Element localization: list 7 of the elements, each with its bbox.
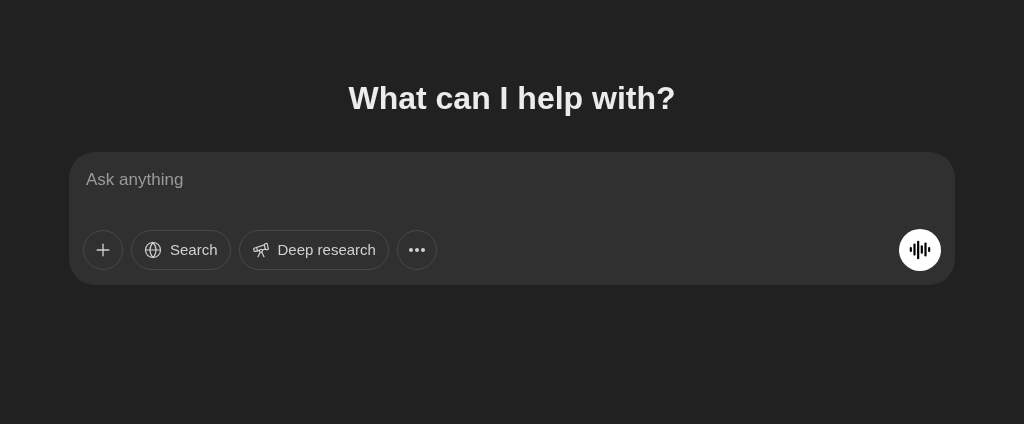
- ellipsis-icon: [408, 248, 425, 252]
- telescope-icon: [251, 241, 270, 259]
- page-heading: What can I help with?: [348, 79, 676, 118]
- sound-wave-icon: [909, 239, 931, 261]
- prompt-input[interactable]: Ask anything: [83, 166, 941, 194]
- voice-button[interactable]: [899, 229, 941, 271]
- globe-icon: [144, 241, 162, 259]
